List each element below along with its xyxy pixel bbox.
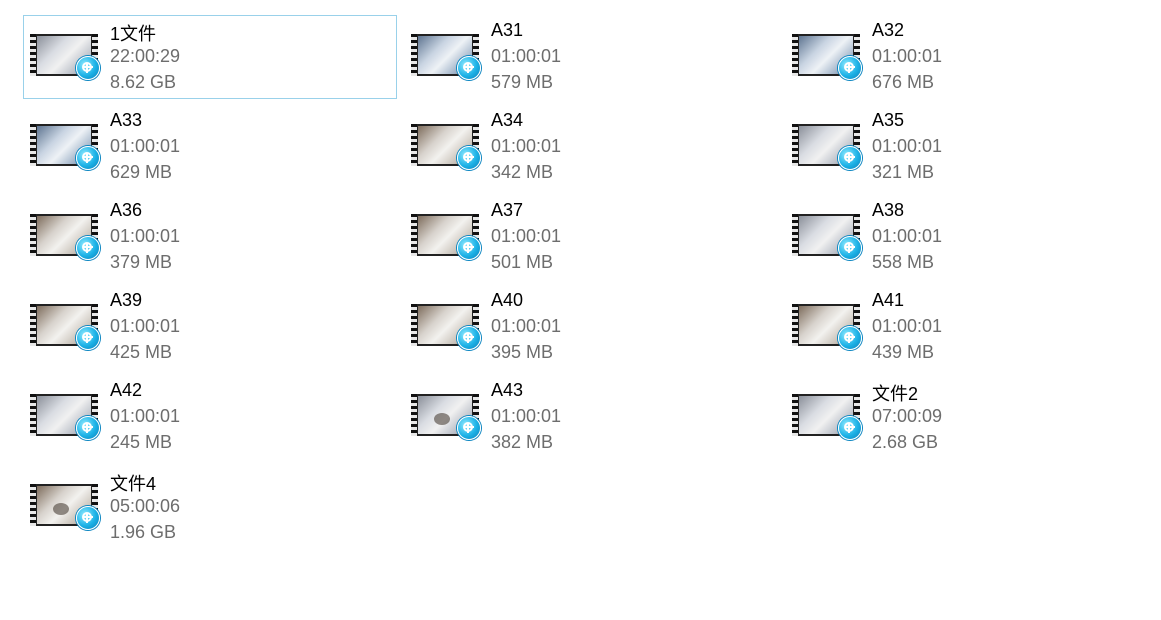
file-tile[interactable]: A39 01:00:01 425 MB <box>23 285 397 369</box>
thumbnail-detail <box>53 503 70 516</box>
file-size: 579 MB <box>491 72 554 92</box>
file-tile[interactable]: A37 01:00:01 501 MB <box>404 195 778 279</box>
file-name: A39 <box>110 290 143 310</box>
file-size: 425 MB <box>110 342 173 362</box>
file-duration: 01:00:01 <box>491 316 562 336</box>
video-file-icon <box>838 56 862 80</box>
video-file-icon <box>457 326 481 350</box>
file-tile[interactable]: A34 01:00:01 342 MB <box>404 105 778 189</box>
file-tile[interactable]: A31 01:00:01 579 MB <box>404 15 778 99</box>
file-duration: 01:00:01 <box>110 136 181 156</box>
file-size: 2.68 GB <box>872 432 939 452</box>
film-strip-left <box>30 484 36 526</box>
film-strip-left <box>30 124 36 166</box>
file-name: A36 <box>110 200 143 220</box>
file-name: A42 <box>110 380 143 400</box>
file-size: 501 MB <box>491 252 554 272</box>
video-file-icon <box>76 506 100 530</box>
file-name: A43 <box>491 380 524 400</box>
file-duration: 01:00:01 <box>110 226 181 246</box>
file-grid: 1文件 22:00:29 8.62 GB A31 01:00:01 579 MB… <box>0 0 1161 620</box>
file-name: 文件4 <box>110 474 157 494</box>
file-size: 629 MB <box>110 162 173 182</box>
file-duration: 01:00:01 <box>491 406 562 426</box>
film-strip-left <box>792 124 798 166</box>
file-size: 321 MB <box>872 162 935 182</box>
file-tile[interactable]: A41 01:00:01 439 MB <box>785 285 1159 369</box>
file-tile[interactable]: 1文件 22:00:29 8.62 GB <box>23 15 397 99</box>
file-tile[interactable]: A42 01:00:01 245 MB <box>23 375 397 459</box>
file-size: 379 MB <box>110 252 173 272</box>
file-tile[interactable]: A40 01:00:01 395 MB <box>404 285 778 369</box>
file-duration: 01:00:01 <box>110 406 181 426</box>
file-size: 439 MB <box>872 342 935 362</box>
film-strip-left <box>411 304 417 346</box>
film-strip-left <box>411 214 417 256</box>
video-file-icon <box>76 236 100 260</box>
file-duration: 01:00:01 <box>491 136 562 156</box>
video-file-icon <box>838 416 862 440</box>
film-strip-left <box>411 394 417 436</box>
film-strip-left <box>30 304 36 346</box>
file-name: A37 <box>491 200 524 220</box>
file-tile[interactable]: A33 01:00:01 629 MB <box>23 105 397 189</box>
file-name: A35 <box>872 110 905 130</box>
film-strip-left <box>411 124 417 166</box>
file-duration: 01:00:01 <box>872 226 943 246</box>
video-file-icon <box>457 56 481 80</box>
video-file-icon <box>76 56 100 80</box>
file-size: 395 MB <box>491 342 554 362</box>
film-strip-left <box>792 304 798 346</box>
file-tile[interactable]: A32 01:00:01 676 MB <box>785 15 1159 99</box>
video-file-icon <box>457 236 481 260</box>
file-name: A41 <box>872 290 905 310</box>
film-strip-left <box>30 34 36 76</box>
file-duration: 01:00:01 <box>872 316 943 336</box>
file-name: A31 <box>491 20 524 40</box>
file-size: 382 MB <box>491 432 554 452</box>
file-tile[interactable]: A36 01:00:01 379 MB <box>23 195 397 279</box>
file-duration: 01:00:01 <box>872 136 943 156</box>
file-tile[interactable]: A38 01:00:01 558 MB <box>785 195 1159 279</box>
file-duration: 22:00:29 <box>110 46 181 66</box>
file-size: 245 MB <box>110 432 173 452</box>
file-size: 676 MB <box>872 72 935 92</box>
file-duration: 01:00:01 <box>110 316 181 336</box>
film-strip-left <box>30 394 36 436</box>
film-strip-left <box>792 34 798 76</box>
file-duration: 01:00:01 <box>491 46 562 66</box>
video-file-icon <box>76 416 100 440</box>
thumbnail-detail <box>434 413 451 426</box>
file-tile[interactable]: 文件4 05:00:06 1.96 GB <box>23 465 397 549</box>
video-file-icon <box>76 326 100 350</box>
video-file-icon <box>838 326 862 350</box>
file-tile[interactable]: 文件2 07:00:09 2.68 GB <box>785 375 1159 459</box>
file-name: A40 <box>491 290 524 310</box>
file-size: 8.62 GB <box>110 72 177 92</box>
video-file-icon <box>838 146 862 170</box>
file-tile[interactable]: A35 01:00:01 321 MB <box>785 105 1159 189</box>
film-strip-left <box>411 34 417 76</box>
film-strip-left <box>30 214 36 256</box>
file-tile[interactable]: A43 01:00:01 382 MB <box>404 375 778 459</box>
video-file-icon <box>457 416 481 440</box>
file-size: 342 MB <box>491 162 554 182</box>
file-size: 558 MB <box>872 252 935 272</box>
file-name: A32 <box>872 20 905 40</box>
file-duration: 07:00:09 <box>872 406 943 426</box>
video-file-icon <box>457 146 481 170</box>
video-file-icon <box>838 236 862 260</box>
file-duration: 05:00:06 <box>110 496 181 516</box>
film-strip-left <box>792 214 798 256</box>
file-name: 1文件 <box>110 24 157 44</box>
file-size: 1.96 GB <box>110 522 177 542</box>
film-strip-left <box>792 394 798 436</box>
video-file-icon <box>76 146 100 170</box>
file-duration: 01:00:01 <box>491 226 562 246</box>
file-name: 文件2 <box>872 384 919 404</box>
file-name: A38 <box>872 200 905 220</box>
file-name: A34 <box>491 110 524 130</box>
file-duration: 01:00:01 <box>872 46 943 66</box>
file-name: A33 <box>110 110 143 130</box>
